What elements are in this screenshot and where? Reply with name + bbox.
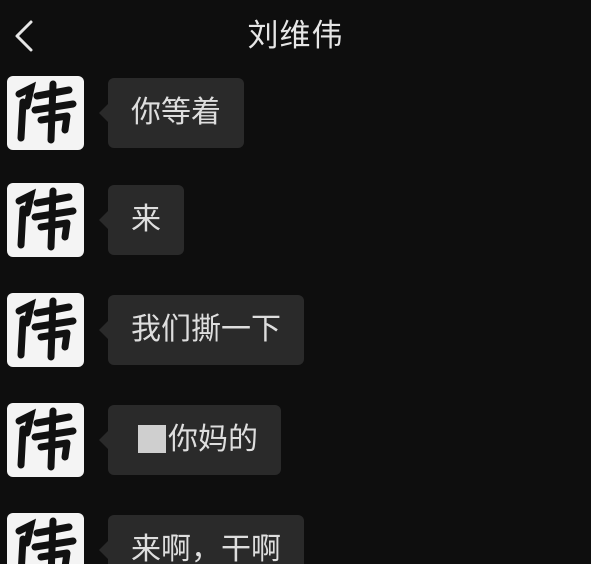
avatar-calligraphy-glyph	[15, 80, 77, 144]
redaction-block	[138, 425, 166, 453]
message-list[interactable]: 你等着 来 我们撕一下 你妈的 来啊，干啊	[0, 0, 591, 564]
message-bubble[interactable]: 来	[99, 185, 184, 255]
avatar[interactable]	[7, 403, 84, 477]
avatar[interactable]	[7, 76, 84, 150]
avatar-calligraphy-glyph	[15, 187, 77, 251]
avatar[interactable]	[7, 183, 84, 257]
chat-screen: 你等着 来 我们撕一下 你妈的 来啊，干啊 刘维伟	[0, 0, 591, 564]
message-bubble[interactable]: 你等着	[99, 78, 244, 148]
message-text: 来	[131, 202, 161, 237]
message-text: 你妈的	[168, 422, 258, 457]
message-bubble[interactable]: 你妈的	[99, 405, 281, 475]
chat-header: 刘维伟	[0, 0, 591, 72]
avatar[interactable]	[7, 513, 84, 564]
avatar[interactable]	[7, 293, 84, 367]
message-bubble[interactable]: 我们撕一下	[99, 295, 304, 365]
avatar-calligraphy-glyph	[15, 407, 77, 471]
message-text: 我们撕一下	[131, 312, 281, 347]
message-text: 来啊，干啊	[131, 532, 281, 564]
avatar-calligraphy-glyph	[15, 297, 77, 361]
message-bubble[interactable]: 来啊，干啊	[99, 515, 304, 564]
message-text: 你等着	[131, 95, 221, 130]
chat-title: 刘维伟	[247, 18, 344, 54]
avatar-calligraphy-glyph	[15, 517, 77, 564]
